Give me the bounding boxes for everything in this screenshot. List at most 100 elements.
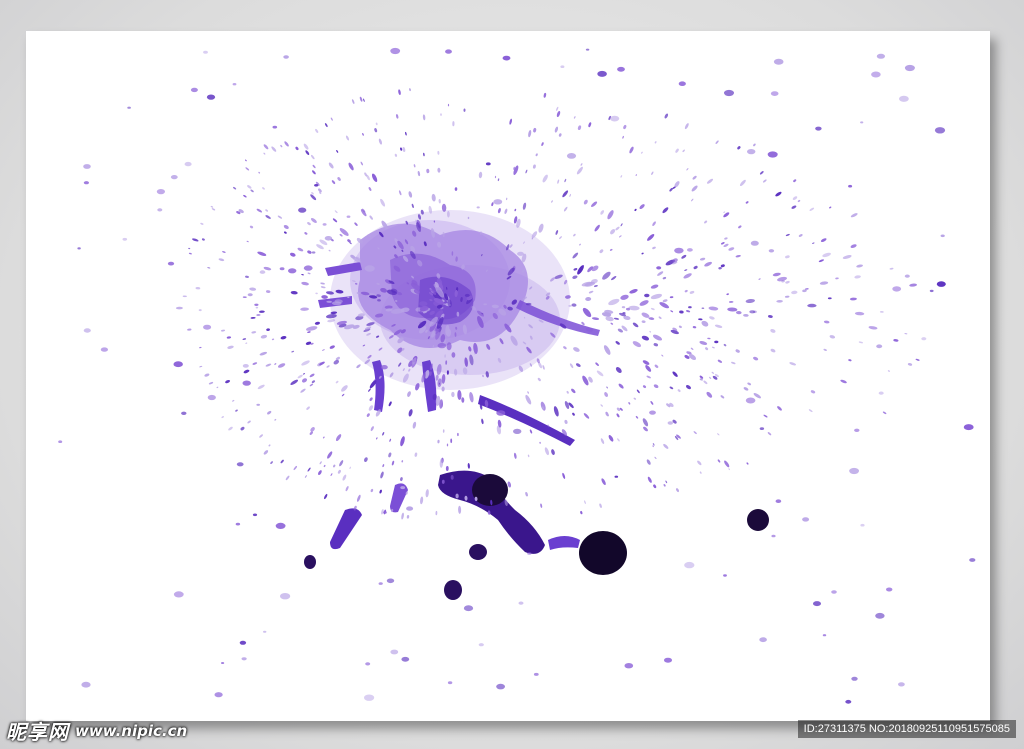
ink-droplet: [812, 242, 815, 244]
ink-droplet: [243, 194, 247, 198]
ink-droplet: [307, 222, 311, 226]
ink-droplet: [257, 251, 267, 256]
ink-droplet: [599, 503, 602, 508]
ink-droplet: [527, 391, 529, 394]
ink-droplet: [507, 481, 512, 488]
ink-droplet: [304, 475, 307, 478]
ink-droplet: [663, 443, 669, 449]
ink-droplet: [170, 175, 178, 180]
ink-droplet: [290, 252, 296, 257]
ink-droplet: [533, 127, 537, 133]
ink-droplet: [842, 255, 852, 259]
ink-droplet: [525, 394, 532, 405]
ink-droplet: [242, 364, 249, 368]
ink-droplet: [753, 143, 756, 147]
ink-droplet: [122, 237, 128, 241]
ink-droplet: [808, 409, 813, 413]
ink-droplet: [280, 593, 291, 600]
ink-droplet: [279, 267, 285, 271]
ink-droplet: [633, 397, 637, 400]
ink-droplet: [690, 347, 694, 350]
ink-droplet: [613, 317, 620, 320]
ink-droplet: [400, 477, 403, 482]
ink-droplet: [750, 240, 759, 246]
ink-droplet: [533, 672, 539, 676]
ink-droplet: [636, 389, 640, 394]
ink-droplet: [632, 341, 642, 348]
ink-droplet: [235, 522, 241, 526]
ink-droplet: [562, 190, 569, 198]
ink-droplet: [496, 410, 506, 416]
ink-droplet: [793, 179, 797, 183]
ink-droplet: [406, 506, 414, 511]
ink-droplet: [383, 511, 387, 514]
ink-droplet: [259, 434, 263, 438]
ink-droplet: [364, 694, 375, 701]
ink-droplet: [934, 127, 946, 134]
ink-droplet: [706, 391, 713, 398]
ink-droplet: [532, 164, 536, 169]
ink-droplet: [302, 373, 306, 375]
ink-droplet: [349, 466, 351, 469]
ink-droplet: [271, 146, 277, 152]
ink-droplet: [315, 128, 319, 133]
image-stage: 昵享网 www.nipic.cn ID:27311375 NO:20180925…: [0, 0, 1024, 749]
ink-droplet: [684, 269, 688, 271]
ink-droplet: [199, 346, 202, 349]
ink-droplet: [425, 489, 429, 498]
ink-droplet: [791, 290, 798, 295]
ink-droplet: [494, 175, 497, 179]
ink-droplet: [314, 321, 320, 325]
ink-droplet: [236, 462, 244, 467]
ink-droplet: [263, 450, 269, 455]
ink-droplet: [307, 250, 312, 254]
ink-droplet: [770, 348, 776, 353]
ink-droplet: [572, 252, 579, 259]
ink-droplet: [670, 310, 674, 313]
ink-droplet: [307, 331, 311, 333]
ink-droplet: [374, 128, 378, 133]
ink-droplet: [413, 164, 416, 168]
ink-droplet: [708, 376, 712, 379]
ink-droplet: [854, 311, 865, 316]
ink-droplet: [207, 394, 216, 401]
ink-droplet: [435, 510, 438, 516]
ink-droplet: [768, 249, 775, 253]
ink-droplet: [573, 347, 580, 352]
ink-droplet: [437, 167, 441, 173]
ink-droplet: [745, 397, 756, 404]
ink-droplet: [542, 365, 545, 370]
ink-droplet: [346, 215, 351, 218]
ink-droplet: [594, 224, 600, 232]
ink-droplet: [518, 601, 524, 605]
ink-droplet: [745, 298, 755, 304]
ink-droplet: [363, 98, 365, 102]
ink-droplet: [763, 414, 768, 418]
ink-droplet: [285, 475, 290, 481]
ink-droplet: [664, 657, 672, 663]
ink-droplet: [324, 493, 328, 500]
ink-droplet: [558, 133, 562, 137]
ink-droplet: [608, 298, 620, 306]
ink-droplet: [265, 363, 272, 367]
ink-droplet: [551, 449, 555, 456]
ink-droplet: [617, 438, 620, 442]
ink-droplet: [845, 699, 852, 704]
ink-droplet: [554, 126, 559, 133]
ink-droplet: [203, 50, 208, 54]
ink-droplet: [628, 402, 631, 405]
ink-droplet: [388, 401, 392, 407]
ink-droplet: [580, 510, 583, 515]
ink-droplet: [620, 223, 623, 227]
ink-droplet: [569, 363, 574, 369]
ink-droplet: [616, 407, 621, 411]
ink-droplet: [736, 310, 742, 315]
ink-droplet: [268, 444, 271, 447]
ink-droplet: [497, 178, 500, 182]
ink-droplet: [759, 171, 764, 175]
ink-droplet: [324, 123, 328, 128]
ink-droplet: [886, 587, 893, 592]
ink-droplet: [242, 380, 251, 386]
ink-droplet: [692, 326, 697, 329]
ink-droplet: [607, 210, 614, 220]
